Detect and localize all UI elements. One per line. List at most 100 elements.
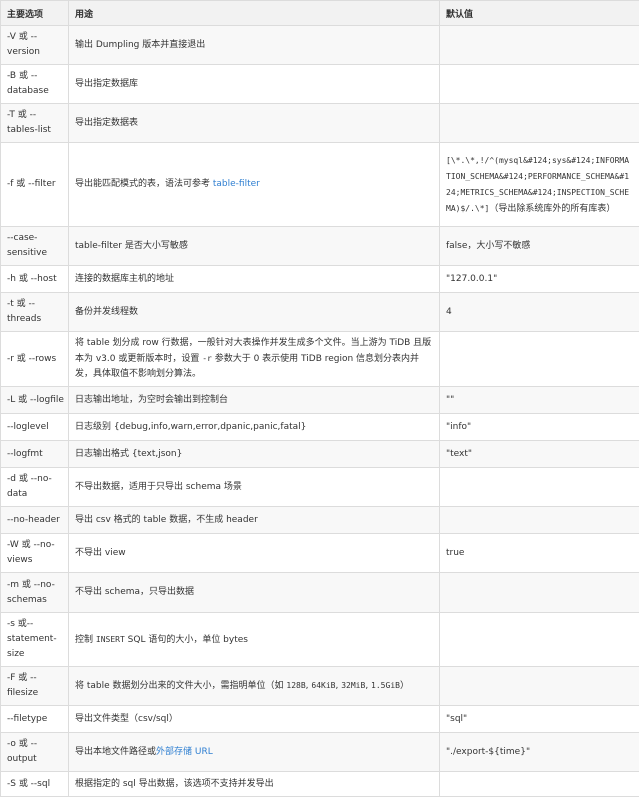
option-cell: --logfmt [1,441,69,468]
inline-code: 1.5GiB [371,681,400,690]
usage-text: 不导出 view [75,548,126,558]
option-cell: -f 或 --filter [1,143,69,227]
usage-text: 根据指定的 sql 导出数据，该选项不支持并发导出 [75,779,274,789]
usage-text: 日志输出地址，为空时会输出到控制台 [75,395,228,405]
table-header-row: 主要选项 用途 默认值 [1,1,639,26]
usage-text: 导出文件类型（csv/sql） [75,714,178,724]
usage-cell: 不导出 schema，只导出数据 [69,573,440,613]
default-cell: "sql" [440,706,639,733]
usage-text: table-filter 是否大小写敏感 [75,241,188,251]
option-cell: -d 或 --no-data [1,468,69,507]
usage-text: 输出 Dumpling 版本并直接退出 [75,40,205,50]
default-cell [440,507,639,534]
inline-code: -r [202,354,212,363]
doc-link[interactable]: 外部存储 URL [156,747,213,757]
option-cell: -B 或 --database [1,65,69,104]
table-row: -B 或 --database 导出指定数据库 [1,65,639,104]
usage-cell: 根据指定的 sql 导出数据，该选项不支持并发导出 [69,772,440,797]
usage-text: 导出 csv 格式的 table 数据，不生成 header [75,515,258,525]
usage-cell: 导出指定数据库 [69,65,440,104]
option-cell: -h 或 --host [1,266,69,293]
table-row: -d 或 --no-data 不导出数据，适用于只导出 schema 场景 [1,468,639,507]
default-cell [440,613,639,667]
option-cell: -S 或 --sql [1,772,69,797]
table-row: --case-sensitivetable-filter 是否大小写敏感fals… [1,227,639,266]
usage-cell: 导出文件类型（csv/sql） [69,706,440,733]
table-row: --loglevel日志级别 {debug,info,warn,error,dp… [1,414,639,441]
usage-text: 导出指定数据库 [75,79,138,89]
table-row: --no-header导出 csv 格式的 table 数据，不生成 heade… [1,507,639,534]
usage-cell: 导出本地文件路径或外部存储 URL [69,733,440,772]
option-cell: --filetype [1,706,69,733]
default-cell [440,468,639,507]
table-row: -T 或 --tables-list 导出指定数据表 [1,104,639,143]
options-table: 主要选项 用途 默认值 -V 或 --version 输出 Dumpling 版本… [0,0,639,797]
option-cell: -m 或 --no-schemas [1,573,69,613]
default-cell [440,26,639,65]
default-cell: [\*.\*,!/^(mysql&#124;sys&#124;INFORMATI… [440,143,639,227]
usage-text: 将 table 数据划分出来的文件大小，需指明单位（如 [75,681,286,691]
option-cell: -L 或 --logfile [1,387,69,414]
usage-text: 导出本地文件路径或 [75,747,156,757]
default-cell [440,65,639,104]
option-cell: -o 或 --output [1,733,69,772]
header-usage: 用途 [69,1,440,26]
table-row: -S 或 --sql 根据指定的 sql 导出数据，该选项不支持并发导出 [1,772,639,797]
table-row: -s 或--statement-size控制 INSERT SQL 语句的大小，… [1,613,639,667]
usage-text: 导出能匹配模式的表，语法可参考 [75,179,213,189]
default-cell [440,573,639,613]
table-body: -V 或 --version 输出 Dumpling 版本并直接退出 -B 或 --… [1,26,639,797]
usage-text: 导出指定数据表 [75,118,138,128]
default-text: （导出除系统库外的所有库表） [489,204,615,214]
table-row: -r 或 --rows将 table 划分成 row 行数据，一般针对大表操作并… [1,332,639,387]
option-cell: -T 或 --tables-list [1,104,69,143]
usage-text: SQL 语句的大小，单位 bytes [125,635,248,645]
usage-cell: 不导出数据，适用于只导出 schema 场景 [69,468,440,507]
header-default: 默认值 [440,1,639,26]
default-cell: 4 [440,293,639,332]
usage-text: 不导出数据，适用于只导出 schema 场景 [75,482,242,492]
option-cell: -t 或 --threads [1,293,69,332]
default-cell: "./export-${time}" [440,733,639,772]
table-row: -m 或 --no-schemas不导出 schema，只导出数据 [1,573,639,613]
option-cell: -V 或 --version [1,26,69,65]
inline-code: 128B [286,681,305,690]
default-cell: true [440,534,639,573]
usage-cell: 将 table 数据划分出来的文件大小，需指明单位（如 128B, 64KiB,… [69,667,440,706]
table-row: --filetype 导出文件类型（csv/sql） "sql" [1,706,639,733]
inline-code: 32MiB [341,681,365,690]
usage-cell: 将 table 划分成 row 行数据，一般针对大表操作并发生成多个文件。当上游… [69,332,440,387]
table-row: -o 或 --output导出本地文件路径或外部存储 URL"./export-… [1,733,639,772]
table-row: -F 或 --filesize将 table 数据划分出来的文件大小，需指明单位… [1,667,639,706]
table-row: -W 或 --no-views 不导出 view true [1,534,639,573]
table-row: -V 或 --version 输出 Dumpling 版本并直接退出 [1,26,639,65]
usage-cell: table-filter 是否大小写敏感 [69,227,440,266]
usage-cell: 日志输出格式 {text,json} [69,441,440,468]
option-cell: -W 或 --no-views [1,534,69,573]
default-cell [440,772,639,797]
usage-text: 控制 [75,635,96,645]
default-cell: "text" [440,441,639,468]
table-row: -L 或 --logfile 日志输出地址，为空时会输出到控制台 "" [1,387,639,414]
usage-cell: 控制 INSERT SQL 语句的大小，单位 bytes [69,613,440,667]
table-row: --logfmt 日志输出格式 {text,json} "text" [1,441,639,468]
option-cell: -r 或 --rows [1,332,69,387]
table-row: -f 或 --filter导出能匹配模式的表，语法可参考 table-filte… [1,143,639,227]
default-cell [440,332,639,387]
usage-text: 日志输出格式 {text,json} [75,449,182,459]
default-cell: "" [440,387,639,414]
inline-code: INSERT [96,635,125,644]
usage-cell: 导出能匹配模式的表，语法可参考 table-filter [69,143,440,227]
usage-text: ） [400,681,409,691]
usage-cell: 不导出 view [69,534,440,573]
usage-cell: 日志级别 {debug,info,warn,error,dpanic,panic… [69,414,440,441]
usage-cell: 导出 csv 格式的 table 数据，不生成 header [69,507,440,534]
table-row: -h 或 --host连接的数据库主机的地址"127.0.0.1" [1,266,639,293]
table-row: -t 或 --threads备份并发线程数4 [1,293,639,332]
usage-cell: 连接的数据库主机的地址 [69,266,440,293]
usage-cell: 导出指定数据表 [69,104,440,143]
doc-link[interactable]: table-filter [213,179,260,189]
usage-cell: 备份并发线程数 [69,293,440,332]
usage-text: 日志级别 {debug,info,warn,error,dpanic,panic… [75,422,306,432]
option-cell: -F 或 --filesize [1,667,69,706]
